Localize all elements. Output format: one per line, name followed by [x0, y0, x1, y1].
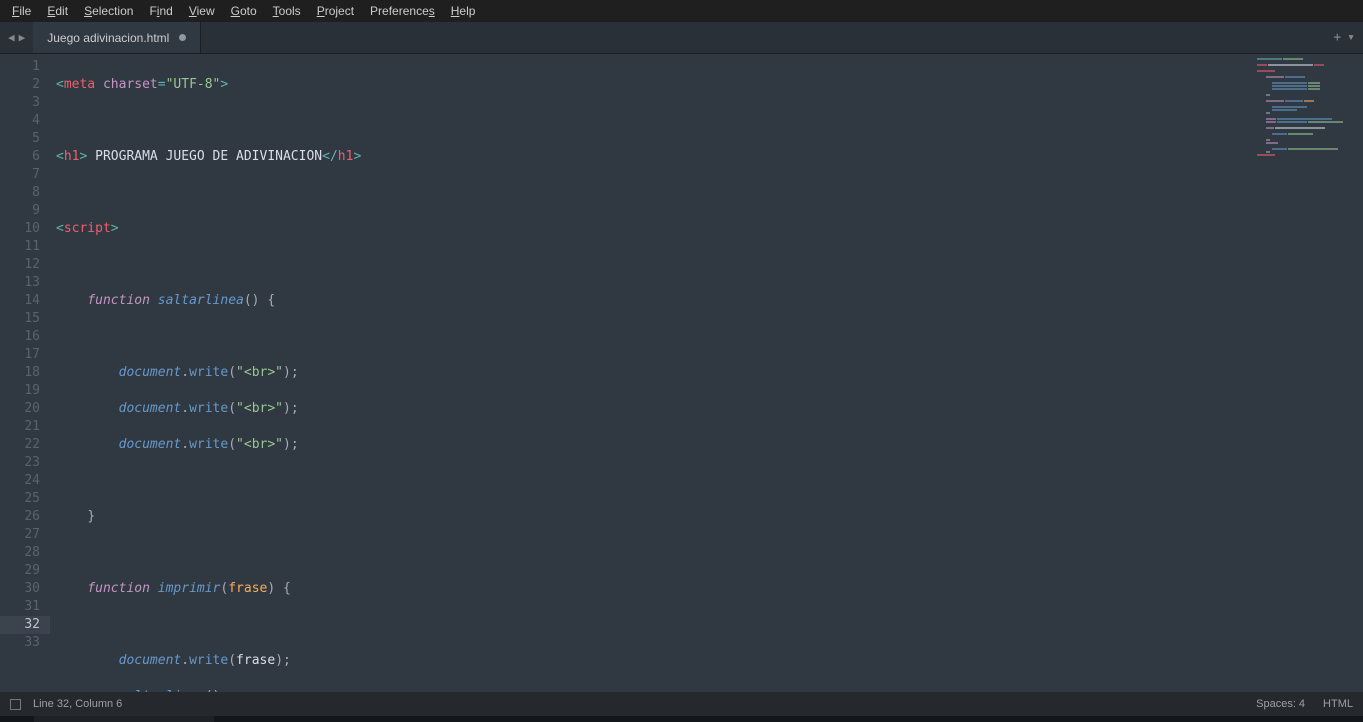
new-tab-icon[interactable]: +	[1333, 30, 1341, 45]
console-tab[interactable]	[34, 716, 214, 722]
menu-view[interactable]: View	[181, 2, 223, 20]
tab-menu-icon[interactable]: ▾	[1347, 30, 1355, 45]
console-strip	[0, 716, 1363, 722]
editor[interactable]: 12345 678910 1112131415 1617181920 21222…	[0, 54, 1363, 692]
menu-preferences[interactable]: Preferences	[362, 2, 443, 20]
dirty-indicator-icon	[179, 34, 186, 41]
nav-forward-icon[interactable]: ▶	[17, 31, 28, 44]
tab-file[interactable]: Juego adivinacion.html	[33, 22, 201, 53]
menu-bar: File Edit Selection Find View Goto Tools…	[0, 0, 1363, 22]
menu-selection[interactable]: Selection	[76, 2, 141, 20]
status-bar: Line 32, Column 6 Spaces: 4 HTML	[0, 692, 1363, 716]
nav-arrows[interactable]: ◀ ▶	[0, 22, 33, 53]
menu-find[interactable]: Find	[141, 2, 180, 20]
cursor-position[interactable]: Line 32, Column 6	[33, 698, 122, 710]
menu-project[interactable]: Project	[309, 2, 362, 20]
tab-bar: ◀ ▶ Juego adivinacion.html + ▾	[0, 22, 1363, 54]
indent-setting[interactable]: Spaces: 4	[1256, 698, 1305, 710]
tab-label: Juego adivinacion.html	[47, 31, 169, 45]
menu-file[interactable]: File	[4, 2, 39, 20]
menu-help[interactable]: Help	[443, 2, 484, 20]
nav-back-icon[interactable]: ◀	[6, 31, 17, 44]
menu-tools[interactable]: Tools	[265, 2, 309, 20]
menu-goto[interactable]: Goto	[223, 2, 265, 20]
gutter: 12345 678910 1112131415 1617181920 21222…	[0, 54, 50, 692]
code-area[interactable]: <meta charset="UTF-8"> <h1> PROGRAMA JUE…	[50, 54, 1363, 692]
panel-toggle-icon[interactable]	[10, 699, 21, 710]
menu-edit[interactable]: Edit	[39, 2, 76, 20]
syntax-mode[interactable]: HTML	[1323, 698, 1353, 710]
